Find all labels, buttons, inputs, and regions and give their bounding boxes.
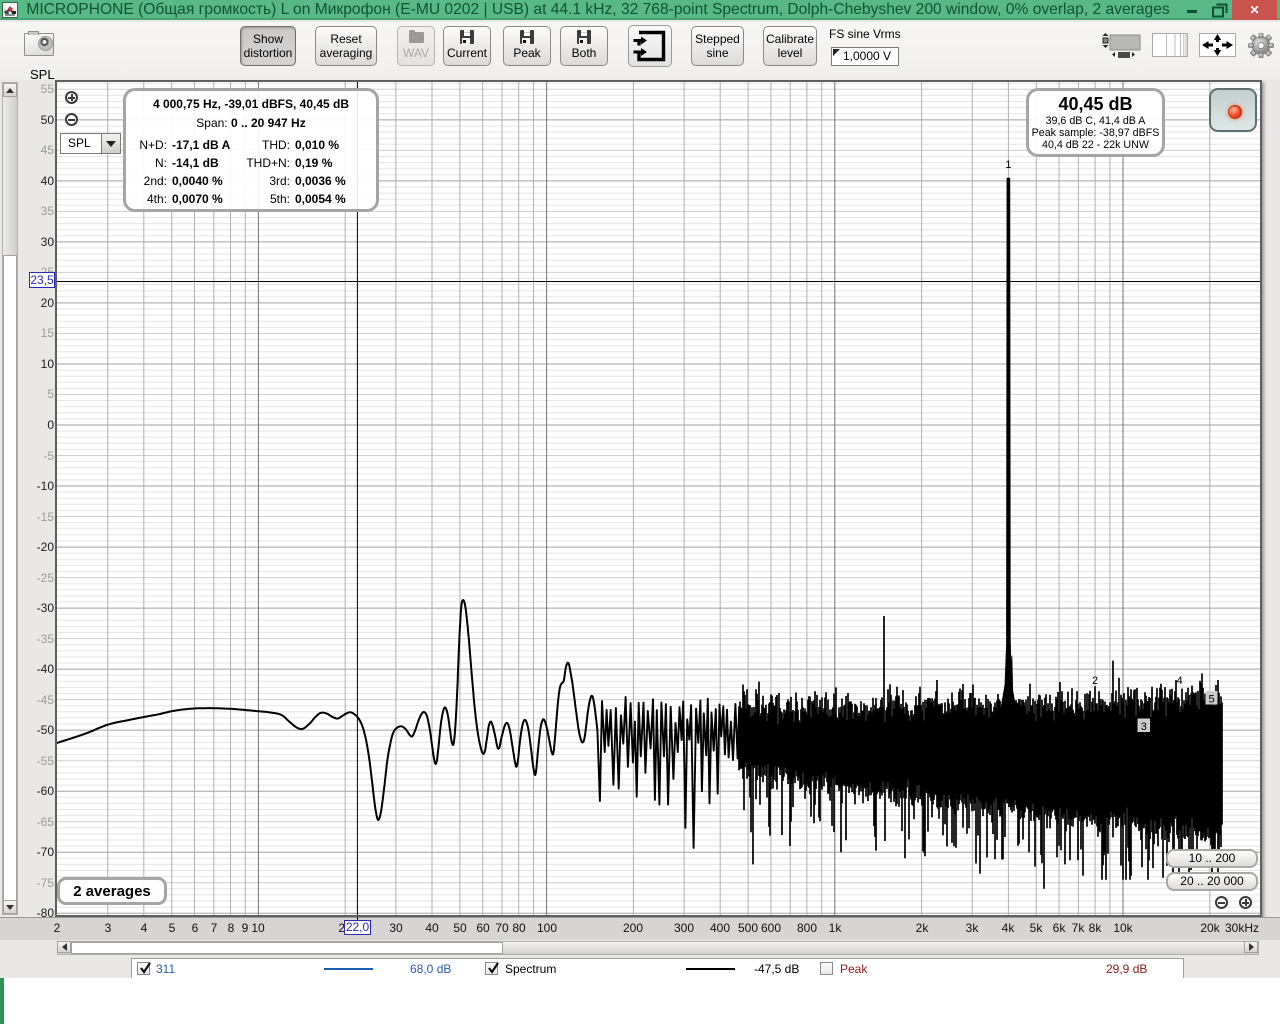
svg-text:2: 2 (1092, 675, 1098, 687)
svg-text:4: 4 (1176, 675, 1182, 687)
svg-text:1: 1 (1005, 159, 1011, 171)
svg-text:3: 3 (1141, 721, 1147, 733)
svg-text:5: 5 (1208, 694, 1214, 706)
